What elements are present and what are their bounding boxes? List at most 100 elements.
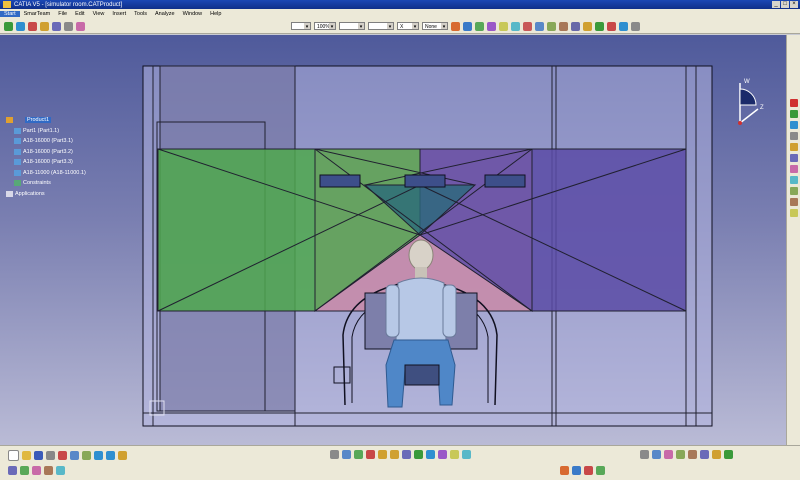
move-icon[interactable] [4,21,13,31]
coincidence-icon[interactable] [595,21,604,31]
hide-show-icon[interactable] [450,450,459,459]
new-icon[interactable] [8,450,19,461]
rotate-view-icon[interactable] [366,450,375,459]
render-icon[interactable] [712,450,721,459]
measure-item-icon[interactable] [652,450,661,459]
linetype-combo[interactable] [368,22,394,30]
whats-this-icon[interactable] [118,451,127,460]
annotation-icon[interactable] [789,187,798,195]
snap-icon[interactable] [28,21,37,31]
clash-icon[interactable] [789,143,798,151]
paint-icon[interactable] [451,21,460,31]
normal-view-icon[interactable] [402,450,411,459]
close-button[interactable]: × [790,1,798,8]
numbering-icon[interactable] [559,21,568,31]
distance-icon[interactable] [789,165,798,173]
fix-icon[interactable] [583,21,592,31]
explode-icon[interactable] [789,132,798,140]
light-icon[interactable] [688,450,697,459]
copy-icon[interactable] [70,451,79,460]
tree-node[interactable]: Applications [6,189,146,200]
angle-icon[interactable] [631,21,640,31]
update-icon[interactable] [20,466,29,475]
iso-view-icon[interactable] [426,450,435,459]
menu-window[interactable]: Window [179,11,207,17]
tree-node[interactable]: A18-16000 (Part3.2) [6,147,146,158]
bom-icon[interactable] [44,466,53,475]
product-icon[interactable] [475,21,484,31]
open-icon[interactable] [22,451,31,460]
3d-viewport[interactable]: Product1 Part1 (Part1.1) A18-16000 (Part… [0,35,786,445]
component-list-icon[interactable] [32,466,41,475]
offset-icon[interactable] [619,21,628,31]
menu-edit[interactable]: Edit [71,11,88,17]
zoom-out-icon[interactable] [390,450,399,459]
sectioning-icon[interactable] [789,154,798,162]
tree-node[interactable]: A18-11000 (A18-11000.1) [6,168,146,179]
multi-instantiate-icon[interactable] [571,21,580,31]
point-symbol-combo[interactable]: X [397,22,419,30]
menu-tools[interactable]: Tools [130,11,151,17]
camera-icon[interactable] [700,450,709,459]
ergonomics-icon[interactable] [724,450,733,459]
part-icon[interactable] [499,21,508,31]
undo-icon[interactable] [94,451,103,460]
fly-mode-icon[interactable] [330,450,339,459]
maximize-button[interactable]: □ [781,1,789,8]
manipulation-icon[interactable] [789,110,798,118]
grid-icon[interactable] [676,450,685,459]
catalog-browser-icon[interactable] [8,466,17,475]
tree-node[interactable]: Constraints [6,178,146,189]
graph-icon[interactable] [535,21,544,31]
shading-icon[interactable] [438,450,447,459]
zoom-in-icon[interactable] [378,450,387,459]
tree-node[interactable]: A18-16000 (Part3.1) [6,136,146,147]
contact-icon[interactable] [607,21,616,31]
sectioning-icon[interactable] [76,21,85,31]
tree-root[interactable]: Product1 [6,115,146,126]
track-icon[interactable] [572,466,581,475]
multi-view-icon[interactable] [414,450,423,459]
sequence-icon[interactable] [584,466,593,475]
render-style-combo[interactable]: None [422,22,448,30]
measure-icon[interactable] [64,21,73,31]
paste-icon[interactable] [82,451,91,460]
simulation-icon[interactable] [560,466,569,475]
menu-insert[interactable]: Insert [108,11,130,17]
rotate-icon[interactable] [16,21,25,31]
minimize-button[interactable]: _ [772,1,780,8]
measure-icon[interactable] [789,176,798,184]
menu-smarteam[interactable]: SmarTeam [20,11,55,17]
scenes-icon[interactable] [789,198,798,206]
tree-node[interactable]: Part1 (Part1.1) [6,126,146,137]
component-icon[interactable] [487,21,496,31]
player-icon[interactable] [596,466,605,475]
tree-root-label[interactable]: Product1 [25,117,52,124]
cut-icon[interactable] [58,451,67,460]
pan-icon[interactable] [354,450,363,459]
layer-icon[interactable] [463,21,472,31]
color-combo[interactable] [291,22,311,30]
fix-icon[interactable] [789,99,798,107]
print-icon[interactable] [46,451,55,460]
redo-icon[interactable] [106,451,115,460]
save-icon[interactable] [34,451,43,460]
fit-all-icon[interactable] [342,450,351,459]
line-thickness-combo[interactable] [339,22,365,30]
compass-widget[interactable]: W Z [728,75,768,131]
tree-node[interactable]: A18-16000 (Part3.3) [6,157,146,168]
menu-help[interactable]: Help [206,11,225,17]
catalog-icon[interactable] [789,209,798,217]
replace-icon[interactable] [523,21,532,31]
menu-file[interactable]: File [54,11,71,17]
reorder-icon[interactable] [547,21,556,31]
explode-icon[interactable] [40,21,49,31]
existing-component-icon[interactable] [511,21,520,31]
publication-icon[interactable] [56,466,65,475]
swap-visible-space-icon[interactable] [462,450,471,459]
clash-icon[interactable] [52,21,61,31]
transparency-combo[interactable]: 100% [314,22,336,30]
measure-between-icon[interactable] [640,450,649,459]
menu-view[interactable]: View [89,11,109,17]
snap-icon[interactable] [789,121,798,129]
